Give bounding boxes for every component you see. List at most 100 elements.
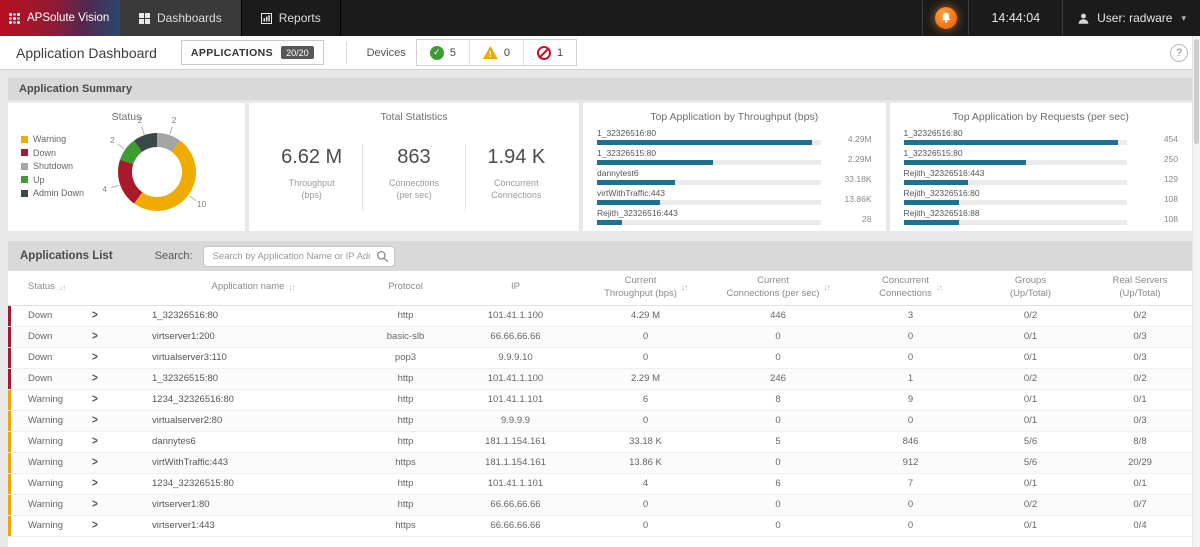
application-name-cell: virtWithTraffic:443 <box>143 452 363 474</box>
search-icon[interactable] <box>376 250 389 263</box>
table-row[interactable]: Down >1_32326516:80 http 101.41.1.100 4.29 M… <box>8 305 1192 327</box>
ip-cell: 101.41.1.101 <box>448 389 583 411</box>
sort-icon[interactable]: ↓↑ <box>681 283 688 292</box>
sort-icon[interactable]: ↓↑ <box>288 283 295 292</box>
groups-cell: 5/6 <box>973 431 1088 453</box>
stat-throughput: 6.62 M Throughput (bps) <box>261 144 364 212</box>
concurrent-cell: 846 <box>848 431 973 453</box>
help-button[interactable]: ? <box>1170 44 1188 62</box>
bar-label: Rejith_32326516:88 <box>903 208 980 218</box>
devices-warning-filter[interactable]: 0 <box>470 40 524 65</box>
bar-fill <box>597 220 622 225</box>
table-row[interactable]: Warning >1234_32326515:80 http 101.41.1.101… <box>8 473 1192 495</box>
sort-icon[interactable]: ↓↑ <box>936 283 943 292</box>
expand-row-chevron-icon[interactable]: > <box>92 498 98 511</box>
expand-row-chevron-icon[interactable]: > <box>92 435 98 448</box>
bar-label: Rejith_32326516:443 <box>597 208 678 218</box>
devices-up-filter[interactable]: ✓ 5 <box>417 40 470 65</box>
search-input[interactable] <box>202 245 395 267</box>
throughput-cell: 33.18 K <box>583 431 708 453</box>
column-header-groups[interactable]: Groups (Up/Total) <box>973 271 1088 306</box>
connections-cell: 0 <box>708 326 848 348</box>
stat-connections: 863 Connections (per sec) <box>363 144 466 212</box>
expand-row-chevron-icon[interactable]: > <box>92 393 98 406</box>
column-header-protocol[interactable]: Protocol <box>363 271 448 306</box>
legend-swatch <box>21 135 28 143</box>
user-icon <box>1077 12 1090 25</box>
table-row[interactable]: Down >1_32326515:80 http 101.41.1.100 2.29 M… <box>8 368 1192 390</box>
legend-swatch <box>21 176 28 183</box>
vertical-scrollbar[interactable] <box>1192 36 1200 547</box>
column-header-current-connections[interactable]: Current Connections (per sec) ↓↑ <box>708 271 848 306</box>
table-row[interactable]: Warning >1234_32326516:80 http 101.41.1.101… <box>8 389 1192 411</box>
real-servers-cell: 20/29 <box>1088 452 1192 474</box>
bar-row: Rejith_32326516:443 129 <box>903 168 1178 185</box>
table-row[interactable]: Warning > virtWithTraffic:443 https 181.1.15… <box>8 452 1192 474</box>
table-row[interactable]: Warning > virtualserver2:80 http 9.9.9.9 0 0 0 0… <box>8 410 1192 432</box>
tab-applications[interactable]: APPLICATIONS 20/20 <box>180 40 324 65</box>
ip-cell: 66.66.66.66 <box>448 326 583 348</box>
status-strip <box>8 431 11 451</box>
nav-tab-dashboards[interactable]: Dashboards <box>120 0 242 36</box>
bar-label: 1_32326516:80 <box>903 128 963 138</box>
expand-row-chevron-icon[interactable]: > <box>92 456 98 469</box>
groups-cell: 0/2 <box>973 305 1088 327</box>
groups-cell: 5/6 <box>973 452 1088 474</box>
groups-cell: 0/1 <box>973 473 1088 495</box>
legend-item: Down <box>21 148 84 158</box>
nav-tab-reports[interactable]: Reports <box>242 0 341 36</box>
table-row[interactable]: Down > virtualserver3:110 pop3 9.9.9.10 0 0 0 0/… <box>8 347 1192 369</box>
bar-value: 108 <box>1163 194 1178 204</box>
real-servers-cell: 0/2 <box>1088 305 1192 327</box>
bar-row: Rejith_32326516:88 108 <box>903 208 1178 225</box>
bar-label: Rejith_32326516:443 <box>903 168 985 178</box>
total-statistics-title: Total Statistics <box>380 111 448 123</box>
expand-row-chevron-icon[interactable]: > <box>92 351 98 364</box>
bar-label: 1_32326515:80 <box>903 148 963 158</box>
column-header-ip[interactable]: IP <box>448 271 583 306</box>
expand-row-chevron-icon[interactable]: > <box>92 519 98 532</box>
column-header-real-servers[interactable]: Real Servers (Up/Total) <box>1088 271 1192 306</box>
table-row[interactable]: Down > virtserver1:200 basic-slb 66.66.66.66… <box>8 326 1192 348</box>
sort-icon[interactable]: ↓↑ <box>59 283 66 292</box>
user-menu[interactable]: User: radware ▾ <box>1063 0 1200 36</box>
connections-cell: 0 <box>708 347 848 369</box>
donut-value-label: 4 <box>102 183 108 194</box>
real-servers-cell: 0/7 <box>1088 494 1192 516</box>
expand-row-chevron-icon[interactable]: > <box>92 477 98 490</box>
concurrent-cell: 0 <box>848 347 973 369</box>
column-header-concurrent-connections[interactable]: Concurrent Connections ↓↑ <box>848 271 973 306</box>
table-row[interactable]: Warning > dannytes6 http 181.1.154.161 33.18 … <box>8 431 1192 453</box>
chevron-down-icon: ▾ <box>1181 12 1186 23</box>
sort-icon[interactable]: ↓↑ <box>823 283 830 292</box>
connections-cell: 0 <box>708 515 848 537</box>
table-row[interactable]: Warning > virtserver1:443 https 66.66.66.66 0… <box>8 515 1192 537</box>
reports-icon <box>260 12 272 24</box>
bar-fill <box>903 160 1027 165</box>
throughput-bars: 1_32326516:80 4.29M 1_32326515:80 2.29M dann… <box>583 123 886 225</box>
groups-cell: 0/1 <box>973 515 1088 537</box>
application-name-cell: virtualserver3:110 <box>143 347 363 369</box>
expand-row-chevron-icon[interactable]: > <box>92 414 98 427</box>
donut-value-label: 2 <box>171 114 177 125</box>
alerts-button[interactable] <box>922 0 968 36</box>
application-name-cell: 1234_32326516:80 <box>143 389 363 411</box>
protocol-cell: https <box>363 452 448 474</box>
real-servers-cell: 0/3 <box>1088 326 1192 348</box>
status-cell: Down > <box>8 326 143 348</box>
column-header-status[interactable]: Status ↓↑ <box>8 271 143 306</box>
bar-row: 1_32326516:80 4.29M <box>597 128 872 145</box>
status-cell: Warning > <box>8 410 143 432</box>
status-cell: Warning > <box>8 452 143 474</box>
table-row[interactable]: Warning > virtserver1:80 http 66.66.66.66 0 0 0… <box>8 494 1192 516</box>
column-header-application-name[interactable]: Application name ↓↑ <box>143 271 363 306</box>
status-label: Warning <box>28 520 64 531</box>
expand-row-chevron-icon[interactable]: > <box>92 372 98 385</box>
brand-name: APSolute Vision <box>27 12 110 24</box>
expand-row-chevron-icon[interactable]: > <box>92 309 98 322</box>
column-header-current-throughput[interactable]: Current Throughput (bps) ↓↑ <box>583 271 708 306</box>
status-strip <box>8 347 11 367</box>
scrollbar-thumb[interactable] <box>1194 39 1199 144</box>
devices-down-filter[interactable]: 1 <box>524 40 576 65</box>
expand-row-chevron-icon[interactable]: > <box>92 330 98 343</box>
